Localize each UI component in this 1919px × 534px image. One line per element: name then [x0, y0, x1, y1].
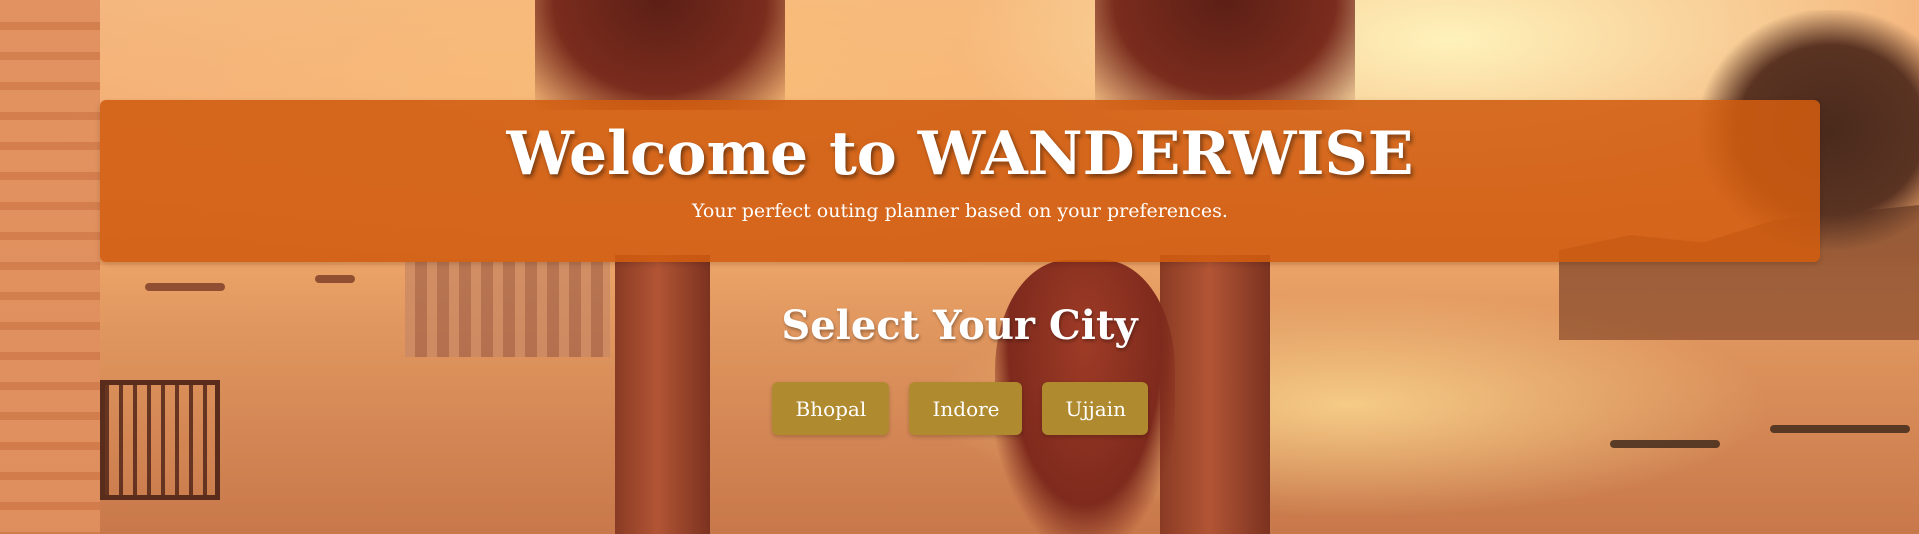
- city-selector: Select Your City Bhopal Indore Ujjain: [0, 298, 1919, 435]
- boat: [145, 283, 225, 291]
- hero-banner: Welcome to WANDERWISE Your perfect outin…: [100, 100, 1820, 262]
- city-button-indore[interactable]: Indore: [908, 382, 1022, 435]
- city-button-group: Bhopal Indore Ujjain: [0, 382, 1919, 435]
- city-button-ujjain[interactable]: Ujjain: [1041, 382, 1148, 435]
- city-button-bhopal[interactable]: Bhopal: [771, 382, 889, 435]
- city-heading: Select Your City: [781, 302, 1138, 349]
- boat: [315, 275, 355, 283]
- right-arch: [1095, 0, 1355, 110]
- left-arch: [535, 0, 785, 110]
- left-building: [0, 0, 100, 534]
- background-image: [0, 0, 1919, 534]
- hero-subtitle: Your perfect outing planner based on you…: [692, 200, 1228, 222]
- boat: [1610, 440, 1720, 448]
- hero-title: Welcome to WANDERWISE: [506, 119, 1414, 189]
